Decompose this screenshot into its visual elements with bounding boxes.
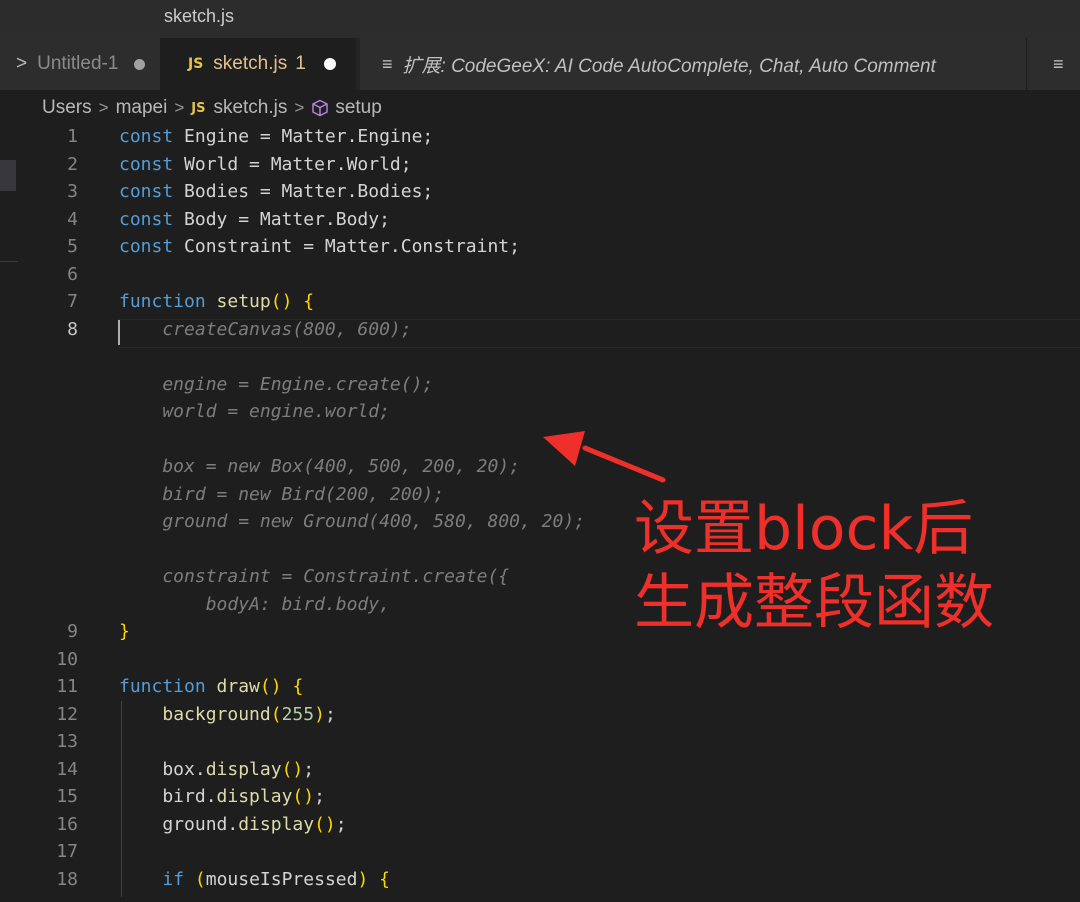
annotation-arrow	[543, 431, 666, 483]
annotation-text: 设置block后 生成整段函数	[634, 492, 1054, 640]
annotation-line-1: 设置block后	[634, 494, 974, 564]
annotation-line-2: 生成整段函数	[634, 568, 994, 638]
